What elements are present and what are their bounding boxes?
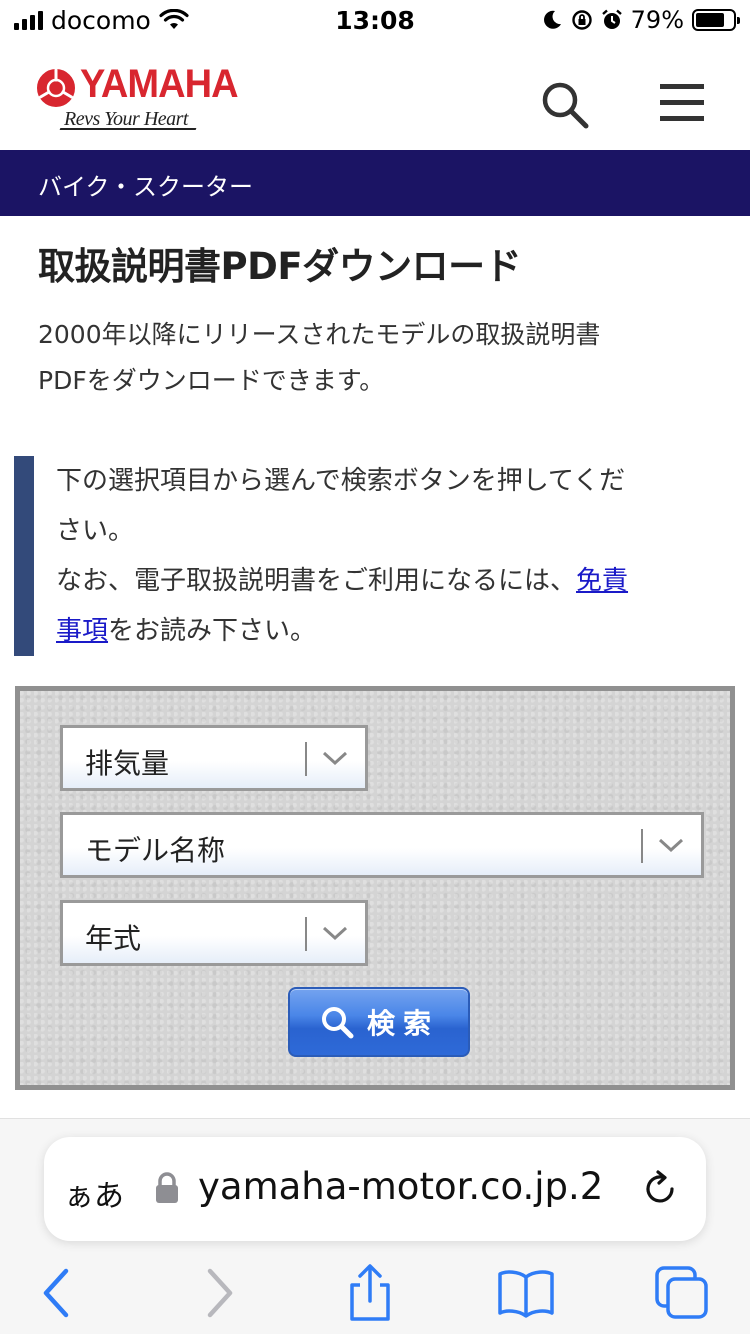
model-name-select[interactable]: モデル名称 — [60, 812, 704, 878]
notice-line: さい。 — [56, 516, 135, 546]
intro-line: PDFをダウンロードできます。 — [38, 366, 385, 395]
battery-percent: 79% — [630, 6, 684, 34]
instruction-notice: 下の選択項目から選んで検索ボタンを押してくだ さい。 なお、電子取扱説明書をご利… — [14, 456, 726, 656]
disclaimer-link[interactable]: 免責 — [576, 566, 628, 596]
search-button[interactable]: 検索 — [288, 987, 470, 1057]
search-icon-button[interactable] — [538, 78, 592, 130]
category-band[interactable]: バイク・スクーター — [0, 150, 750, 216]
select-value: 排気量 — [85, 747, 170, 780]
search-panel: 排気量 モデル名称 年式 検索 — [15, 686, 735, 1090]
reload-icon[interactable] — [642, 1169, 680, 1209]
browser-toolbar: ぁあ 2.yamaha-motor.co.jp — [0, 1118, 750, 1334]
chevron-right-icon — [207, 1268, 233, 1318]
bookmarks-button[interactable] — [496, 1263, 556, 1323]
notice-text: なお、電子取扱説明書をご利用になるには、 — [56, 566, 577, 596]
model-year-select[interactable]: 年式 — [60, 900, 368, 966]
intro-text: 2000年以降にリリースされたモデルの取扱説明書 PDFをダウンロードできます。 — [38, 312, 718, 404]
select-value: モデル名称 — [85, 834, 226, 867]
orientation-lock-icon — [571, 10, 592, 30]
disclaimer-link[interactable]: 事項 — [56, 616, 108, 646]
battery-icon — [692, 9, 740, 31]
status-bar: docomo 13:08 79% — [0, 0, 750, 40]
notice-line: なお、電子取扱説明書をご利用になるには、免責 — [56, 556, 726, 606]
notice-text: をお読み下さい。 — [108, 616, 317, 646]
notice-line: 下の選択項目から選んで検索ボタンを押してくだ — [56, 466, 626, 496]
chevron-down-icon — [322, 926, 348, 941]
share-icon — [350, 1264, 390, 1321]
lock-icon — [156, 1172, 178, 1203]
tabs-button[interactable] — [652, 1263, 712, 1323]
select-separator — [305, 742, 307, 776]
tuning-fork-emblem-icon — [35, 67, 77, 109]
chevron-down-icon — [658, 838, 684, 853]
notice-line: 事項をお読み下さい。 — [56, 606, 726, 656]
search-icon — [321, 1007, 354, 1039]
chevron-left-icon — [43, 1268, 69, 1318]
alarm-icon — [601, 9, 622, 29]
select-separator — [305, 917, 307, 951]
intro-line: 2000年以降にリリースされたモデルの取扱説明書 — [38, 320, 601, 349]
menu-bar — [660, 99, 704, 105]
status-right: 79% — [541, 6, 740, 34]
back-button[interactable] — [28, 1263, 88, 1323]
yamaha-logo[interactable]: YAMAHA Revs Your Heart — [34, 62, 239, 134]
menu-bar — [660, 115, 704, 121]
displacement-select[interactable]: 排気量 — [60, 725, 368, 791]
brand-wordmark: YAMAHA — [80, 62, 239, 106]
select-value: 年式 — [85, 922, 142, 955]
share-button[interactable] — [340, 1263, 400, 1323]
page-title: 取扱説明書PDFダウンロード — [38, 245, 522, 288]
forward-button[interactable] — [188, 1263, 248, 1323]
hamburger-menu-button[interactable] — [656, 78, 708, 126]
moon-icon — [543, 10, 561, 29]
tabs-icon — [655, 1266, 708, 1319]
chevron-down-icon — [322, 751, 348, 766]
book-icon — [498, 1270, 554, 1318]
reader-options-button[interactable]: ぁあ — [64, 1171, 124, 1215]
address-bar[interactable]: ぁあ 2.yamaha-motor.co.jp — [44, 1137, 706, 1241]
select-separator — [641, 829, 643, 863]
search-icon — [542, 82, 589, 129]
brand-tagline: Revs Your Heart — [64, 108, 188, 130]
site-header: YAMAHA Revs Your Heart — [0, 40, 750, 150]
search-button-label: 検索 — [366, 1008, 439, 1039]
menu-bar — [660, 83, 704, 89]
url-text[interactable]: 2.yamaha-motor.co.jp — [198, 1165, 628, 1208]
